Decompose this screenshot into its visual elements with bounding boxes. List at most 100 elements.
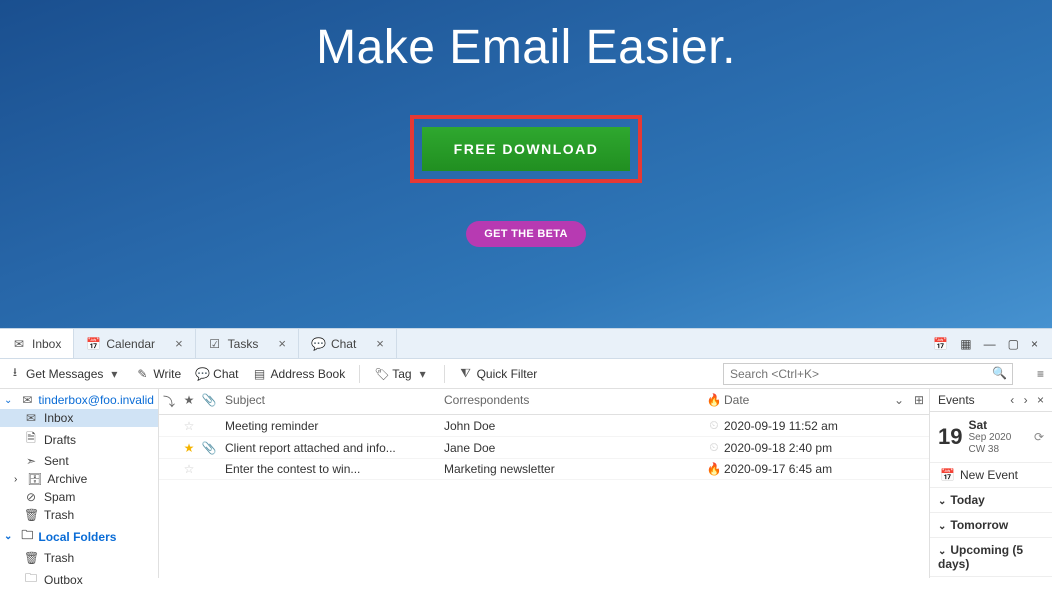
message-from: Jane Doe [444,441,704,455]
chevron-down-icon: ⌄ [4,531,12,542]
local-folders-row[interactable]: ⌄ 🗀 Local Folders [0,524,158,549]
close-icon[interactable]: × [175,336,183,351]
toolbar: ⭳Get Messages▾ ✎Write 💬Chat ▤Address Boo… [0,359,1052,389]
chevron-down-icon: ▾ [416,367,430,381]
chat-button[interactable]: 💬Chat [195,367,238,381]
next-day-icon[interactable]: › [1024,393,1028,407]
free-download-button[interactable]: FREE DOWNLOAD [422,127,631,171]
message-list: ⤵ ★ 📎 Subject Correspondents 🔥 Date ⌄ ⊞ … [159,389,930,578]
message-row[interactable]: ☆ Enter the contest to win... Marketing … [159,459,929,480]
tab-label: Inbox [32,337,61,351]
message-from: Marketing newsletter [444,462,704,476]
download-icon: ⭳ [8,363,22,384]
get-messages-button[interactable]: ⭳Get Messages▾ [8,363,121,384]
chat-icon: 💬 [195,367,209,381]
message-row[interactable]: ★ 📎 Client report attached and info... J… [159,437,929,459]
account-name: tinderbox@foo.invalid [38,393,154,407]
hero-title: Make Email Easier. [0,20,1052,75]
tab-chat[interactable]: 💬 Chat × [299,329,397,358]
close-events-icon[interactable]: × [1037,393,1044,407]
priority-icon: ⏲ [704,418,724,433]
filter-icon: ⧨ [459,366,473,381]
close-icon[interactable]: × [278,336,286,351]
message-subject: Enter the contest to win... [219,462,444,476]
events-section-tomorrow[interactable]: ⌄Tomorrow [930,513,1052,538]
sent-icon: ➣ [24,454,38,468]
priority-column-icon[interactable]: 🔥 [704,393,724,410]
mail-app-window: ✉ Inbox 📅 Calendar × ☑ Tasks × 💬 Chat × … [0,328,1052,578]
calendar-icon: 📅 [940,468,954,482]
refresh-icon[interactable]: ⟳ [1034,430,1044,444]
message-row[interactable]: ☆ Meeting reminder John Doe ⏲ 2020-09-19… [159,415,929,437]
minimize-icon[interactable]: — [984,337,996,351]
main-area: ⌄ ✉ tinderbox@foo.invalid ✉Inbox 🗎Drafts… [0,389,1052,578]
message-date: 2020-09-18 2:40 pm [724,441,889,455]
calendar-toggle-icon[interactable]: 📅 [933,337,948,351]
spam-icon: ⊘ [24,490,38,504]
sidebar-item-drafts[interactable]: 🗎Drafts [0,427,158,452]
chevron-down-icon: ⌄ [938,546,946,557]
tab-bar: ✉ Inbox 📅 Calendar × ☑ Tasks × 💬 Chat × … [0,329,1052,359]
tab-inbox[interactable]: ✉ Inbox [0,329,74,358]
mail-icon: ✉ [12,337,26,351]
star-icon[interactable]: ★ [179,441,199,455]
quick-filter-button[interactable]: ⧨Quick Filter [459,366,538,381]
address-book-icon: ▤ [253,367,267,381]
address-book-button[interactable]: ▤Address Book [253,367,346,381]
message-date: 2020-09-19 11:52 am [724,419,889,433]
events-section-upcoming[interactable]: ⌄Upcoming (5 days) [930,538,1052,577]
write-button[interactable]: ✎Write [135,367,181,381]
sidebar-item-inbox[interactable]: ✉Inbox [0,409,158,427]
subject-column[interactable]: Subject [219,393,444,410]
mail-icon: ✉ [20,393,34,407]
sidebar-item-trash[interactable]: 🗑Trash [0,506,158,524]
events-section-today[interactable]: ⌄Today [930,488,1052,513]
correspondents-column[interactable]: Correspondents [444,393,704,410]
sort-icon[interactable]: ⌄ [889,393,909,410]
tab-tasks[interactable]: ☑ Tasks × [196,329,299,358]
trash-icon: 🗑 [24,551,38,565]
day-name: Sat [968,418,1027,432]
column-picker-icon[interactable]: ⊞ [909,393,929,410]
draft-icon: 🗎 [24,429,38,450]
outbox-icon: 🗀 [24,569,38,590]
day-number: 19 [938,424,962,450]
maximize-icon[interactable]: ▢ [1008,337,1019,351]
archive-icon: 🗄 [27,472,41,486]
message-subject: Client report attached and info... [219,441,444,455]
new-event-button[interactable]: 📅 New Event [930,463,1052,488]
search-icon[interactable]: 🔍 [992,366,1007,380]
tasks-toggle-icon[interactable]: ▦ [960,337,971,351]
account-row[interactable]: ⌄ ✉ tinderbox@foo.invalid [0,391,158,409]
close-window-icon[interactable]: × [1031,337,1038,351]
events-date[interactable]: 19 Sat Sep 2020 CW 38 ⟳ [930,412,1052,463]
close-icon[interactable]: × [376,336,384,351]
tab-label: Calendar [106,337,155,351]
events-pane: Events ‹ › × 19 Sat Sep 2020 CW 38 ⟳ 📅 N… [930,389,1052,578]
hero-banner: Make Email Easier. FREE DOWNLOAD GET THE… [0,0,1052,328]
events-header: Events ‹ › × [930,389,1052,412]
message-subject: Meeting reminder [219,419,444,433]
search-input[interactable] [723,363,1013,385]
menu-icon[interactable]: ≡ [1037,367,1044,381]
mail-icon: ✉ [24,411,38,425]
sidebar-item-archive[interactable]: ›🗄Archive [0,470,158,488]
attachment-column-icon[interactable]: 📎 [199,393,219,410]
prev-day-icon[interactable]: ‹ [1010,393,1014,407]
thread-column-icon[interactable]: ⤵ [159,393,179,410]
sidebar-item-sent[interactable]: ➣Sent [0,452,158,470]
sidebar-item-local-trash[interactable]: 🗑Trash [0,549,158,567]
tag-button[interactable]: 🏷Tag▾ [374,367,429,381]
star-icon[interactable]: ☆ [179,462,199,476]
get-beta-button[interactable]: GET THE BETA [466,221,585,247]
date-column[interactable]: Date [724,393,889,410]
sidebar-item-outbox[interactable]: 🗀Outbox [0,567,158,592]
tag-icon: 🏷 [374,367,388,381]
star-icon[interactable]: ☆ [179,419,199,433]
fire-icon: 🔥 [704,462,724,476]
sidebar-item-spam[interactable]: ⊘Spam [0,488,158,506]
tab-calendar[interactable]: 📅 Calendar × [74,329,195,358]
star-column-icon[interactable]: ★ [179,393,199,410]
chevron-down-icon: ⌄ [938,521,946,532]
events-title: Events [938,393,975,407]
